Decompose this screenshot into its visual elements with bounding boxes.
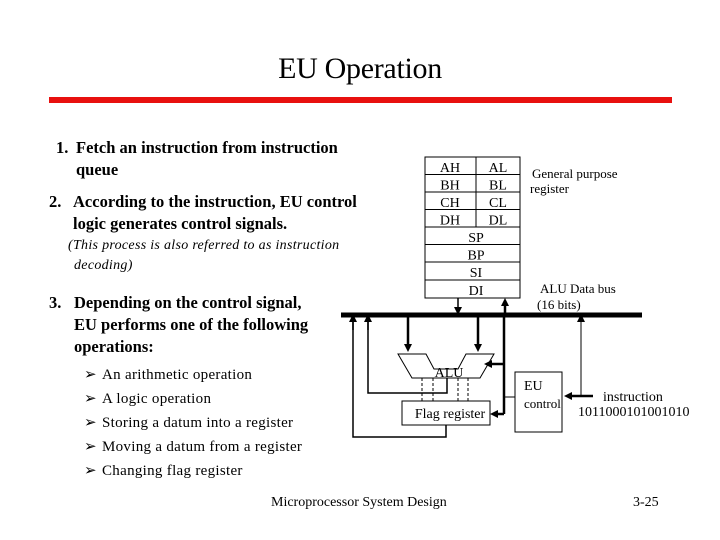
- register-bl: BL: [489, 179, 507, 194]
- gp-register-label: register: [530, 181, 570, 196]
- gp-register-label: General purpose: [532, 166, 618, 181]
- eu-control-label: EU: [524, 379, 543, 394]
- alu-flag-dashed-links: [421, 378, 469, 401]
- instruction-label: instruction: [603, 390, 663, 405]
- register-al: AL: [489, 161, 508, 176]
- eu-control-label: control: [524, 396, 561, 411]
- flag-register-label: Flag register: [415, 407, 486, 422]
- eu-block-diagram: AH AL BH BL CH CL DH DL SP BP SI DI Gene…: [341, 156, 689, 438]
- register-ah: AH: [440, 161, 460, 176]
- instruction-bits: 1011000101001010: [578, 405, 689, 420]
- register-di: DI: [469, 284, 484, 299]
- alu-label: ALU: [435, 366, 464, 381]
- bus-label: (16 bits): [537, 297, 581, 312]
- register-si: SI: [470, 266, 483, 281]
- register-cl: CL: [489, 196, 507, 211]
- bus-label: ALU Data bus: [540, 281, 616, 296]
- register-dh: DH: [440, 214, 460, 229]
- register-dl: DL: [489, 214, 508, 229]
- register-bp: BP: [467, 249, 484, 264]
- register-sp: SP: [468, 231, 484, 246]
- footer-page-number: 3-25: [633, 495, 659, 510]
- footer-course: Microprocessor System Design: [271, 495, 447, 510]
- register-ch: CH: [440, 196, 459, 211]
- register-bh: BH: [440, 179, 459, 194]
